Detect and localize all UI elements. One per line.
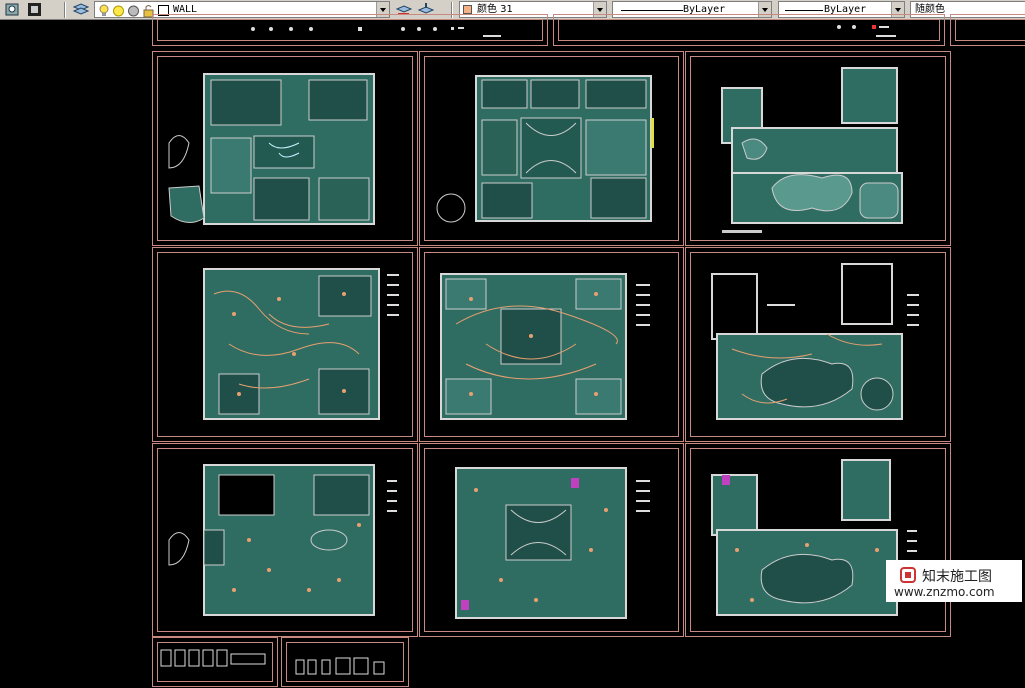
floor-plan-drawing [168,73,375,225]
sheet-lighting-1[interactable] [152,443,418,637]
legend-strip [251,27,501,37]
sheet-electrical-3[interactable] [685,247,951,442]
watermark-logo: 知末施工图 www.znzmo.com [886,560,1022,602]
drawing-canvas[interactable]: 知末施工图 www.znzmo.com [0,14,1025,687]
legend-strip [837,25,896,37]
sheet-lighting-3[interactable] [685,443,951,637]
sheet-plan-2[interactable] [419,51,684,246]
floor-plan-drawing [721,67,903,233]
sheet-top-left [152,14,548,46]
watermark-name: 知末施工图 [922,569,992,585]
detail-elevation-drawing [160,649,266,667]
sheet-lighting-2[interactable] [419,443,684,637]
detail-elevation-drawing [295,657,385,675]
lighting-plan-drawing [168,464,397,616]
lineweight-sample [785,10,823,11]
lighting-plan-drawing [455,467,650,619]
sheet-electrical-2[interactable] [419,247,684,442]
linetype-sample [621,10,683,11]
layer-state-icon[interactable] [26,1,43,18]
sheet-top-right [950,14,1025,46]
sheet-plan-1[interactable] [152,51,418,246]
layer-manager-icon[interactable] [4,1,21,18]
sheet-bottom-2 [281,637,409,687]
electrical-plan-drawing [440,273,650,420]
lighting-plan-drawing [711,459,917,616]
sheet-top-middle [553,14,945,46]
sheet-plan-3[interactable] [685,51,951,246]
logo-icon [900,567,916,587]
color-swatch [463,5,472,14]
watermark-url: www.znzmo.com [894,585,995,599]
sheet-bottom-1 [152,637,278,687]
sheet-electrical-1[interactable] [152,247,418,442]
electrical-plan-drawing [711,263,919,420]
electrical-plan-drawing [203,268,399,420]
layers-icon[interactable] [72,1,90,18]
toolbar-separator [64,2,66,18]
floor-plan-drawing [436,75,654,223]
